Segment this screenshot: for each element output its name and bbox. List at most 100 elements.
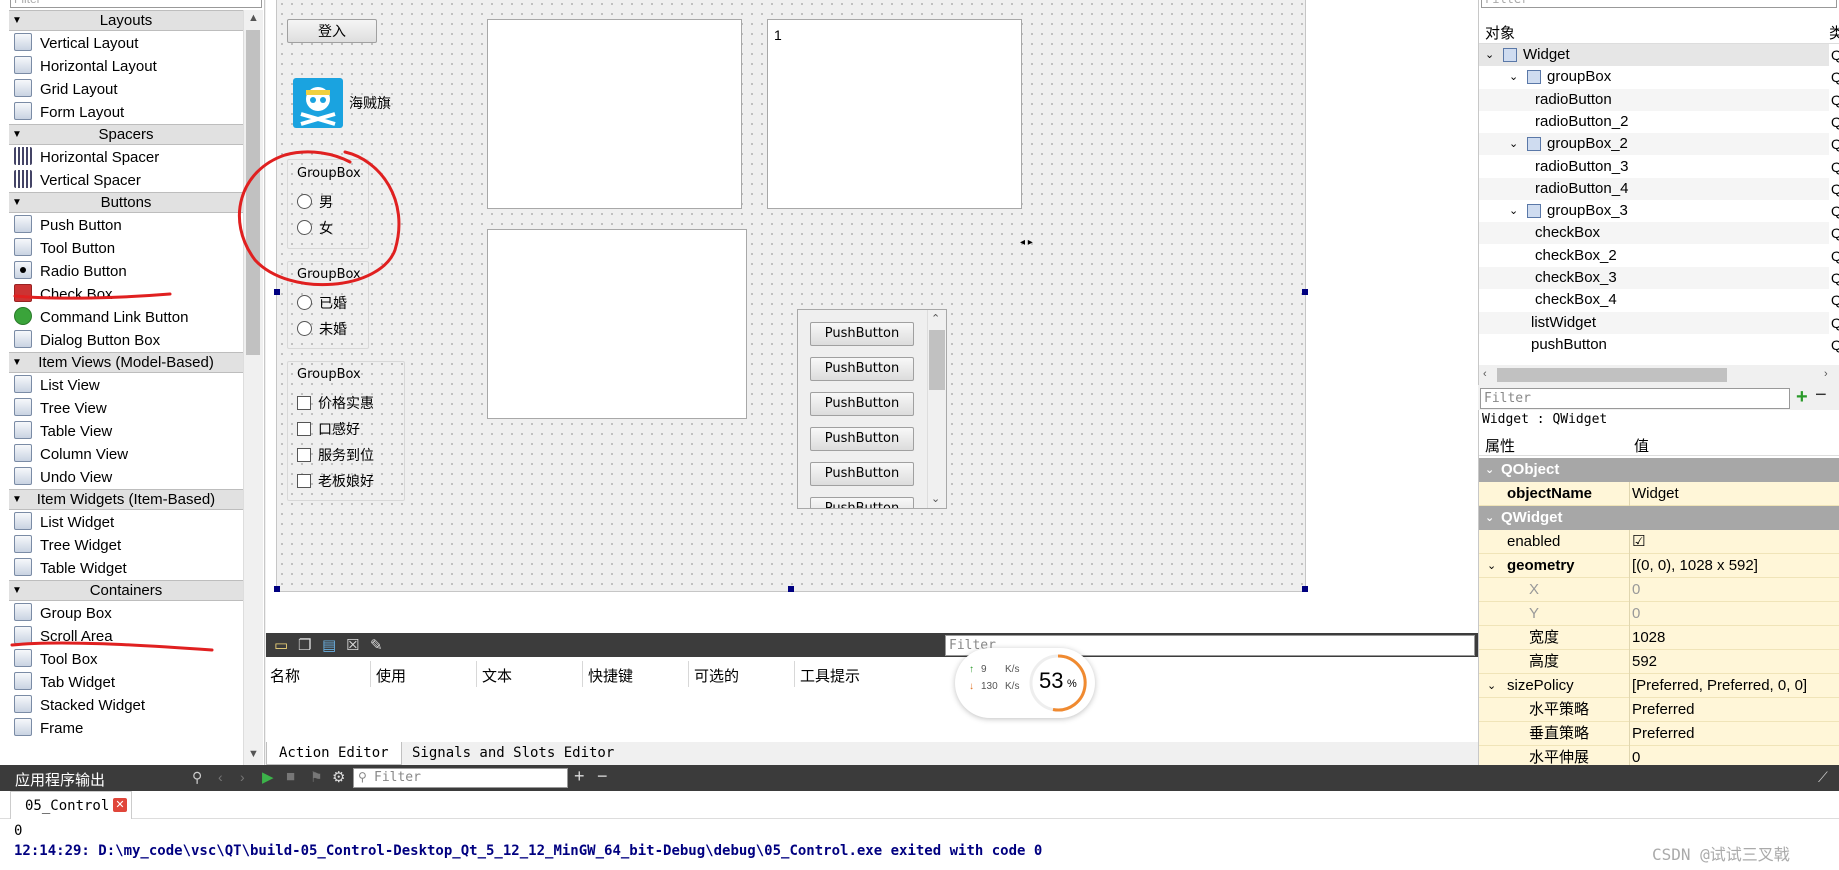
scroll-area[interactable]: PushButton PushButton PushButton PushBut…	[797, 309, 947, 509]
remove-property-icon[interactable]: −	[1815, 384, 1827, 407]
scroll-left-icon[interactable]: ‹	[1483, 368, 1487, 380]
copy-icon[interactable]: ❐	[298, 636, 311, 654]
property-filter-input[interactable]: Filter	[1480, 388, 1790, 409]
resize-grip-icon[interactable]: ⟋	[1818, 769, 1828, 786]
checkbox-owner[interactable]: 老板娘好	[297, 471, 374, 491]
property-value[interactable]: [(0, 0), 1028 x 592]	[1632, 554, 1758, 578]
expand-arrow-icon[interactable]: ⌄	[1509, 66, 1518, 88]
designer-form-widget[interactable]: 登入 海贼旗 GroupBox 男 女 GroupBox 已婚 未婚 Group…	[274, 0, 1308, 592]
zoom-out-icon[interactable]: −	[597, 766, 608, 787]
object-tree-row[interactable]: radioButton_2 Q	[1479, 111, 1839, 133]
expand-arrow-icon[interactable]: ⌄	[1509, 200, 1518, 222]
add-property-icon[interactable]: +	[1796, 386, 1808, 409]
column-header-checkable[interactable]: 可选的	[694, 665, 739, 686]
object-tree-row[interactable]: pushButton Q	[1479, 334, 1839, 356]
property-value[interactable]: 1028	[1632, 626, 1665, 650]
object-tree-row[interactable]: radioButton_4 Q	[1479, 177, 1839, 200]
object-tree-row[interactable]: ⌄ groupBox_2 Q	[1479, 133, 1839, 156]
property-row[interactable]: 水平策略 Preferred	[1479, 698, 1839, 722]
resize-handle[interactable]	[1302, 289, 1308, 295]
property-row[interactable]: Y0	[1479, 602, 1839, 626]
empty-widget-bottom-left[interactable]	[487, 229, 747, 419]
configure-icon[interactable]: ✎	[370, 636, 383, 654]
new-action-icon[interactable]: ▭	[274, 636, 288, 654]
scroll-push-button-2[interactable]: PushButton	[810, 357, 914, 381]
scroll-right-icon[interactable]: ›	[1824, 368, 1828, 380]
paste-icon[interactable]: ▤	[322, 636, 336, 654]
output-filter-input[interactable]: Filter	[353, 768, 568, 788]
output-tab-05-control[interactable]: 05_Control ✕	[10, 791, 132, 819]
checkbox-taste[interactable]: 口感好	[297, 419, 360, 439]
run-icon[interactable]: ▶	[262, 768, 274, 786]
property-row[interactable]: 宽度 1028	[1479, 626, 1839, 650]
settings-icon[interactable]: ⚙	[332, 768, 345, 786]
expand-arrow-icon[interactable]: ⌄	[1487, 674, 1496, 698]
column-header-tooltip[interactable]: 工具提示	[800, 665, 860, 686]
next-icon[interactable]: ›	[240, 769, 245, 785]
scroll-push-button-4[interactable]: PushButton	[810, 427, 914, 451]
header-property[interactable]: 属性	[1485, 435, 1515, 456]
property-row[interactable]: enabled ☑	[1479, 530, 1839, 554]
property-row[interactable]: ⌄ sizePolicy [Preferred, Preferred, 0, 0]	[1479, 674, 1839, 698]
widget-item-stacked-widget[interactable]: Stacked Widget	[14, 694, 145, 717]
column-header-name[interactable]: 名称	[270, 665, 300, 686]
tab-signals-slots-editor[interactable]: Signals and Slots Editor	[400, 742, 626, 765]
column-header-used[interactable]: 使用	[376, 665, 406, 686]
property-value[interactable]: 0	[1632, 602, 1640, 626]
property-row[interactable]: 高度 592	[1479, 650, 1839, 674]
list-item[interactable]: 1	[774, 27, 782, 43]
scroll-down-icon[interactable]: ▼	[248, 748, 259, 760]
column-header-shortcut[interactable]: 快捷键	[588, 665, 633, 686]
resize-handle[interactable]	[1302, 586, 1308, 592]
checkbox-service[interactable]: 服务到位	[297, 445, 374, 465]
zoom-in-icon[interactable]: +	[574, 766, 585, 787]
login-button[interactable]: 登入	[287, 19, 377, 43]
header-class[interactable]: 类	[1829, 22, 1839, 43]
object-tree-row[interactable]: ⌄ Widget Q	[1479, 44, 1839, 66]
object-tree-row[interactable]: checkBox_3 Q	[1479, 267, 1839, 289]
column-header-text[interactable]: 文本	[482, 665, 512, 686]
action-table[interactable]: 名称 使用 文本 快捷键 可选的 工具提示	[266, 657, 1478, 742]
expand-arrow-icon[interactable]: ⌄	[1485, 44, 1494, 66]
object-tree-row[interactable]: checkBox_4 Q	[1479, 289, 1839, 311]
scroll-push-button-6[interactable]: PushButton	[810, 497, 914, 508]
property-row[interactable]: objectName Widget	[1479, 482, 1839, 506]
attach-icon[interactable]: ⚲	[192, 769, 202, 786]
empty-widget-top-left[interactable]	[487, 19, 742, 209]
property-section[interactable]: ⌄ QObject	[1479, 458, 1839, 482]
radio-unmarried[interactable]: 未婚	[297, 319, 347, 339]
property-section[interactable]: ⌄ QWidget	[1479, 506, 1839, 530]
scroll-up-icon[interactable]: ⌃	[931, 312, 940, 325]
property-row[interactable]: 水平伸展 0	[1479, 746, 1839, 765]
object-filter-input[interactable]: Filter	[1481, 0, 1837, 8]
tab-action-editor[interactable]: Action Editor	[266, 742, 402, 765]
object-tree-row[interactable]: ⌄ groupBox Q	[1479, 66, 1839, 88]
scroll-down-icon[interactable]: ⌄	[931, 492, 940, 505]
expand-arrow-icon[interactable]: ⌄	[1485, 506, 1494, 530]
property-value[interactable]: 0	[1632, 746, 1640, 765]
resize-handle[interactable]	[274, 586, 280, 592]
checkbox-price[interactable]: 价格实惠	[297, 393, 374, 413]
expand-arrow-icon[interactable]: ⌄	[1487, 554, 1496, 578]
stop-icon[interactable]: ■	[286, 768, 295, 785]
property-row[interactable]: ⌄ geometry [(0, 0), 1028 x 592]	[1479, 554, 1839, 578]
property-value[interactable]: [Preferred, Preferred, 0, 0]	[1632, 674, 1807, 698]
expand-arrow-icon[interactable]: ⌄	[1485, 458, 1494, 482]
scroll-area-thumb[interactable]	[929, 330, 945, 390]
object-tree-row[interactable]: checkBox Q	[1479, 222, 1839, 245]
prev-icon[interactable]: ‹	[218, 769, 223, 785]
property-row[interactable]: 垂直策略 Preferred	[1479, 722, 1839, 746]
object-tree-row[interactable]: checkBox_2 Q	[1479, 245, 1839, 267]
property-value[interactable]: 0	[1632, 578, 1640, 602]
list-widget[interactable]: 1	[767, 19, 1022, 209]
header-object[interactable]: 对象	[1485, 22, 1515, 43]
widget-item-frame[interactable]: Frame	[14, 717, 83, 740]
scroll-push-button-1[interactable]: PushButton	[810, 322, 914, 346]
hscroll-thumb[interactable]	[1497, 368, 1727, 382]
property-value[interactable]: Preferred	[1632, 722, 1695, 746]
object-tree-row[interactable]: radioButton Q	[1479, 88, 1839, 111]
scroll-push-button-5[interactable]: PushButton	[810, 462, 914, 486]
object-tree-row[interactable]: radioButton_3 Q	[1479, 156, 1839, 178]
delete-icon[interactable]: ☒	[346, 636, 359, 654]
property-value[interactable]: ☑	[1632, 530, 1645, 554]
